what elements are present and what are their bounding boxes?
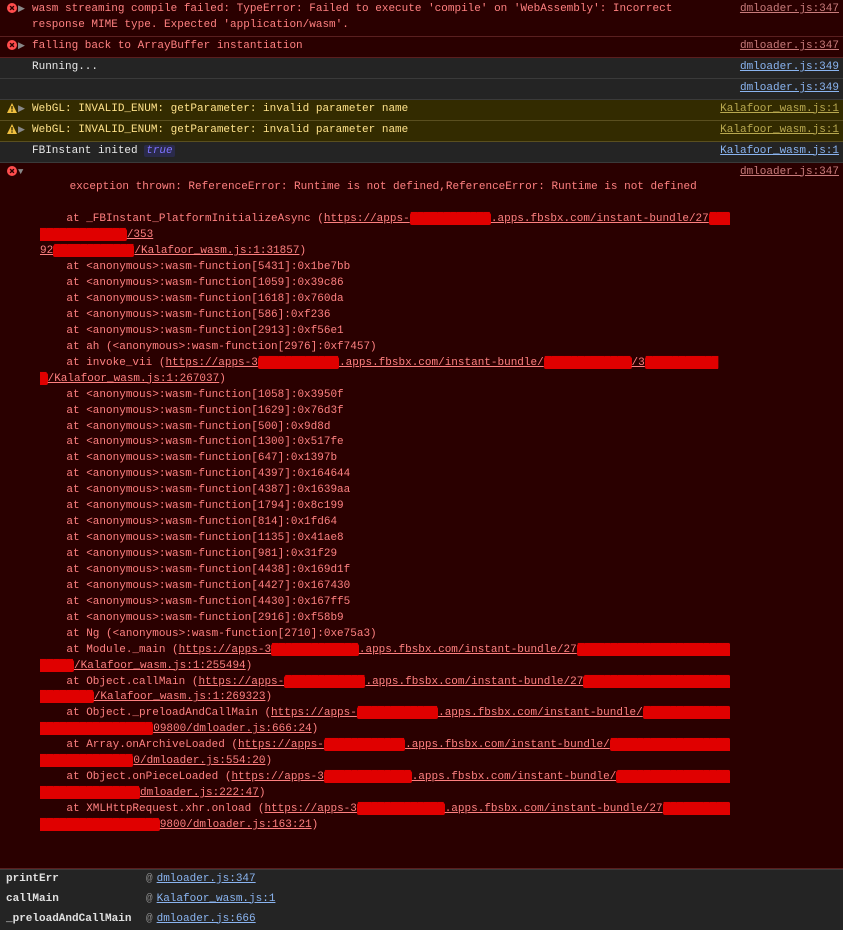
blank-icon bbox=[6, 81, 18, 82]
call-fn-name: callMain bbox=[6, 892, 146, 908]
source-link[interactable]: Kalafoor_wasm.js:1 bbox=[157, 892, 276, 908]
at-symbol: @ bbox=[146, 892, 157, 908]
console-message: Running... bbox=[28, 60, 730, 76]
stack-frame: at <anonymous>:wasm-function[1135]:0x41a… bbox=[40, 531, 730, 547]
console-row: FBInstant inited trueKalafoor_wasm.js:1 bbox=[0, 142, 843, 163]
stack-frame: at <anonymous>:wasm-function[814]:0x1fd6… bbox=[40, 515, 730, 531]
warning-icon bbox=[6, 123, 18, 134]
stack-frame: at Object._preloadAndCallMain (https://a… bbox=[40, 706, 730, 738]
source-link[interactable]: Kalafoor_wasm.js:1 bbox=[710, 102, 839, 118]
expand-arrow[interactable]: ▶ bbox=[18, 2, 28, 16]
call-origin-row: _preloadAndCallMain@dmloader.js:666 bbox=[0, 910, 843, 930]
stack-frame: at <anonymous>:wasm-function[4427]:0x167… bbox=[40, 579, 730, 595]
stack-frame: at <anonymous>:wasm-function[4430]:0x167… bbox=[40, 595, 730, 611]
boolean-value: true bbox=[144, 145, 174, 157]
stack-trace: at _FBInstant_PlatformInitializeAsync (h… bbox=[30, 212, 730, 834]
source-link[interactable]: dmloader.js:666 bbox=[157, 912, 256, 928]
at-symbol: @ bbox=[146, 872, 157, 888]
stack-frame: at <anonymous>:wasm-function[1794]:0x8c1… bbox=[40, 499, 730, 515]
stack-frame: at <anonymous>:wasm-function[5431]:0x1be… bbox=[40, 260, 730, 276]
stack-frame: at <anonymous>:wasm-function[981]:0x31f2… bbox=[40, 547, 730, 563]
at-symbol: @ bbox=[146, 912, 157, 928]
source-link[interactable]: dmloader.js:347 bbox=[730, 165, 839, 181]
error-icon bbox=[6, 165, 18, 176]
source-link[interactable]: dmloader.js:349 bbox=[730, 60, 839, 76]
source-link[interactable]: Kalafoor_wasm.js:1 bbox=[710, 123, 839, 139]
console-message: wasm streaming compile failed: TypeError… bbox=[28, 2, 730, 34]
console-row: ▶wasm streaming compile failed: TypeErro… bbox=[0, 0, 843, 37]
console-row: ▶WebGL: INVALID_ENUM: getParameter: inva… bbox=[0, 100, 843, 121]
error-icon bbox=[6, 2, 18, 13]
blank-icon bbox=[6, 144, 18, 145]
stack-frame: at XMLHttpRequest.xhr.onload (https://ap… bbox=[40, 802, 730, 834]
source-link[interactable]: dmloader.js:347 bbox=[157, 872, 256, 888]
call-origin-row: callMain@Kalafoor_wasm.js:1 bbox=[0, 890, 843, 910]
stack-frame: at Object.onPieceLoaded (https://apps-3█… bbox=[40, 770, 730, 802]
warning-icon bbox=[6, 102, 18, 113]
stack-frame: at <anonymous>:wasm-function[1629]:0x76d… bbox=[40, 404, 730, 420]
stack-frame: at <anonymous>:wasm-function[4438]:0x169… bbox=[40, 563, 730, 579]
stack-frame: at ah (<anonymous>:wasm-function[2976]:0… bbox=[40, 340, 730, 356]
devtools-console: ▶wasm streaming compile failed: TypeErro… bbox=[0, 0, 843, 930]
stack-frame: at <anonymous>:wasm-function[1300]:0x517… bbox=[40, 435, 730, 451]
stack-frame: at <anonymous>:wasm-function[2916]:0xf58… bbox=[40, 611, 730, 627]
stack-frame: at Object.callMain (https://apps-███████… bbox=[40, 675, 730, 707]
expand-arrow bbox=[18, 81, 28, 82]
source-link[interactable]: Kalafoor_wasm.js:1 bbox=[710, 144, 839, 160]
source-link[interactable]: dmloader.js:349 bbox=[730, 81, 839, 97]
stack-frame: at Module._main (https://apps-3█████████… bbox=[40, 643, 730, 675]
source-link[interactable]: dmloader.js:347 bbox=[730, 2, 839, 18]
stack-frame-link[interactable]: 92████████████/Kalafoor_wasm.js:1:31857 bbox=[40, 245, 299, 257]
stack-frame: at <anonymous>:wasm-function[1059]:0x39c… bbox=[40, 276, 730, 292]
exception-headline: exception thrown: ReferenceError: Runtim… bbox=[70, 181, 697, 193]
stack-frame: at <anonymous>:wasm-function[4387]:0x163… bbox=[40, 483, 730, 499]
stack-frame: at <anonymous>:wasm-function[1618]:0x760… bbox=[40, 292, 730, 308]
error-icon bbox=[6, 39, 18, 50]
expand-arrow[interactable]: ▼ bbox=[18, 165, 28, 179]
stack-frame: at <anonymous>:wasm-function[2913]:0xf56… bbox=[40, 324, 730, 340]
console-row: Running...dmloader.js:349 bbox=[0, 58, 843, 79]
stack-frame: at <anonymous>:wasm-function[500]:0x9d8d bbox=[40, 420, 730, 436]
stack-frame: at Ng (<anonymous>:wasm-function[2710]:0… bbox=[40, 627, 730, 643]
console-row: ▶WebGL: INVALID_ENUM: getParameter: inva… bbox=[0, 121, 843, 142]
expand-arrow[interactable]: ▶ bbox=[18, 39, 28, 53]
source-link[interactable]: dmloader.js:347 bbox=[730, 39, 839, 55]
stack-frame: at invoke_vii ( bbox=[40, 357, 165, 369]
call-fn-name: _preloadAndCallMain bbox=[6, 912, 146, 928]
stack-frame: at <anonymous>:wasm-function[647]:0x1397… bbox=[40, 451, 730, 467]
stack-frame: at <anonymous>:wasm-function[4397]:0x164… bbox=[40, 467, 730, 483]
call-origin-row: printErr@dmloader.js:347 bbox=[0, 870, 843, 890]
blank-icon bbox=[6, 60, 18, 61]
console-row-exception: ▼ exception thrown: ReferenceError: Runt… bbox=[0, 163, 843, 869]
expand-arrow[interactable]: ▶ bbox=[18, 123, 28, 137]
stack-frame: at Array.onArchiveLoaded (https://apps-█… bbox=[40, 738, 730, 770]
call-fn-name: printErr bbox=[6, 872, 146, 888]
stack-frame: at <anonymous>:wasm-function[1058]:0x395… bbox=[40, 388, 730, 404]
console-message: exception thrown: ReferenceError: Runtim… bbox=[28, 165, 730, 866]
call-origin-table: printErr@dmloader.js:347callMain@Kalafoo… bbox=[0, 869, 843, 930]
expand-arrow bbox=[18, 144, 28, 145]
console-message: falling back to ArrayBuffer instantiatio… bbox=[28, 39, 730, 55]
console-message: WebGL: INVALID_ENUM: getParameter: inval… bbox=[28, 102, 710, 118]
console-row: ▶falling back to ArrayBuffer instantiati… bbox=[0, 37, 843, 58]
console-message: FBInstant inited true bbox=[28, 144, 710, 160]
stack-frame: at <anonymous>:wasm-function[586]:0xf236 bbox=[40, 308, 730, 324]
stack-frame: at _FBInstant_PlatformInitializeAsync ( bbox=[40, 213, 324, 225]
expand-arrow[interactable]: ▶ bbox=[18, 102, 28, 116]
expand-arrow bbox=[18, 60, 28, 61]
console-message: WebGL: INVALID_ENUM: getParameter: inval… bbox=[28, 123, 710, 139]
console-row: dmloader.js:349 bbox=[0, 79, 843, 100]
